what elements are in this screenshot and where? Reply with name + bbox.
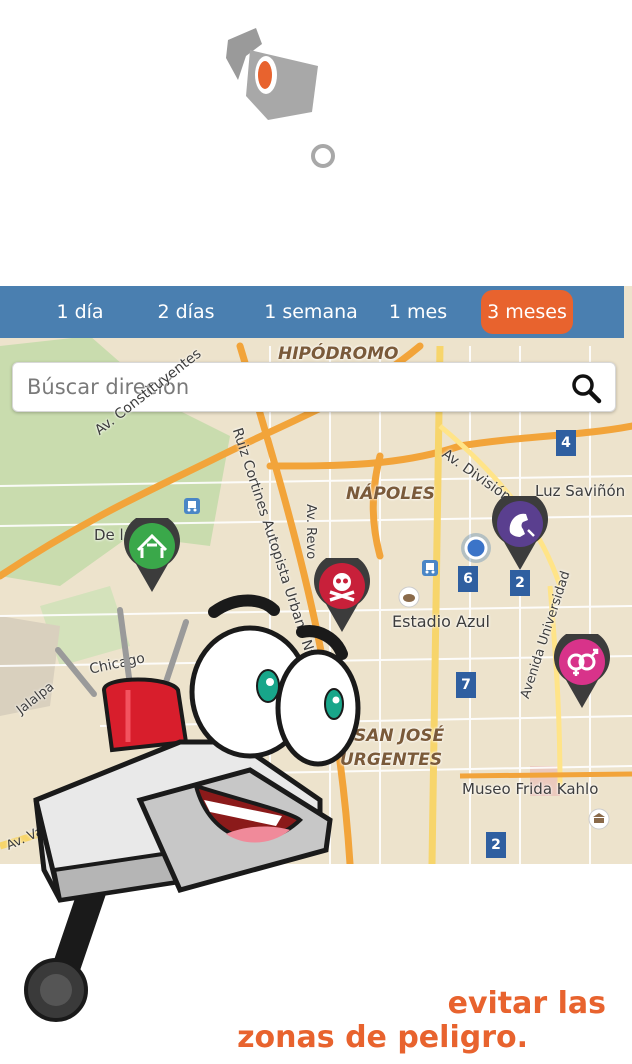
time-filter-bar: 1 día 2 días 1 semana 1 mes 3 meses <box>0 286 624 338</box>
gender-pin-icon[interactable] <box>552 634 612 710</box>
filter-tab-3-meses[interactable]: 3 meses <box>481 290 573 334</box>
map-label-estadio-azul: Estadio Azul <box>392 612 490 631</box>
museum-icon <box>588 808 610 830</box>
cluster-badge[interactable]: 2 <box>486 832 506 858</box>
map-label-hipodromo: HIPÓDROMO <box>278 344 399 364</box>
filter-tab-1-mes[interactable]: 1 mes <box>384 290 452 334</box>
search-icon[interactable] <box>569 371 603 405</box>
security-camera-logo-icon <box>226 28 335 168</box>
filter-tab-1-semana[interactable]: 1 semana <box>262 290 360 334</box>
search-input[interactable] <box>25 369 559 405</box>
filter-tab-1-dia[interactable]: 1 día <box>44 290 116 334</box>
search-bar <box>12 362 616 412</box>
tagline-line-2: zonas de peligro. <box>237 1020 528 1055</box>
stadium-icon <box>398 586 420 608</box>
cluster-badge[interactable]: 7 <box>456 672 476 698</box>
bus-stop-icon <box>184 498 200 514</box>
camera-mascot-icon <box>24 594 361 1022</box>
tagline-line-1: evitar las <box>447 986 606 1021</box>
cluster-badge[interactable]: 6 <box>458 566 478 592</box>
map-label-museo-frida-kahlo: Museo Frida Kahlo <box>462 780 599 798</box>
cluster-badge[interactable]: 4 <box>556 430 576 456</box>
map-label-av-revolucion: Av. Revo <box>303 504 318 560</box>
cluster-badge[interactable]: 2 <box>510 570 530 596</box>
filter-tab-2-dias[interactable]: 2 días <box>148 290 224 334</box>
map-label-napoles: NÁPOLES <box>346 484 435 504</box>
phone-pin-icon[interactable] <box>490 496 550 572</box>
bus-stop-icon <box>422 560 438 576</box>
